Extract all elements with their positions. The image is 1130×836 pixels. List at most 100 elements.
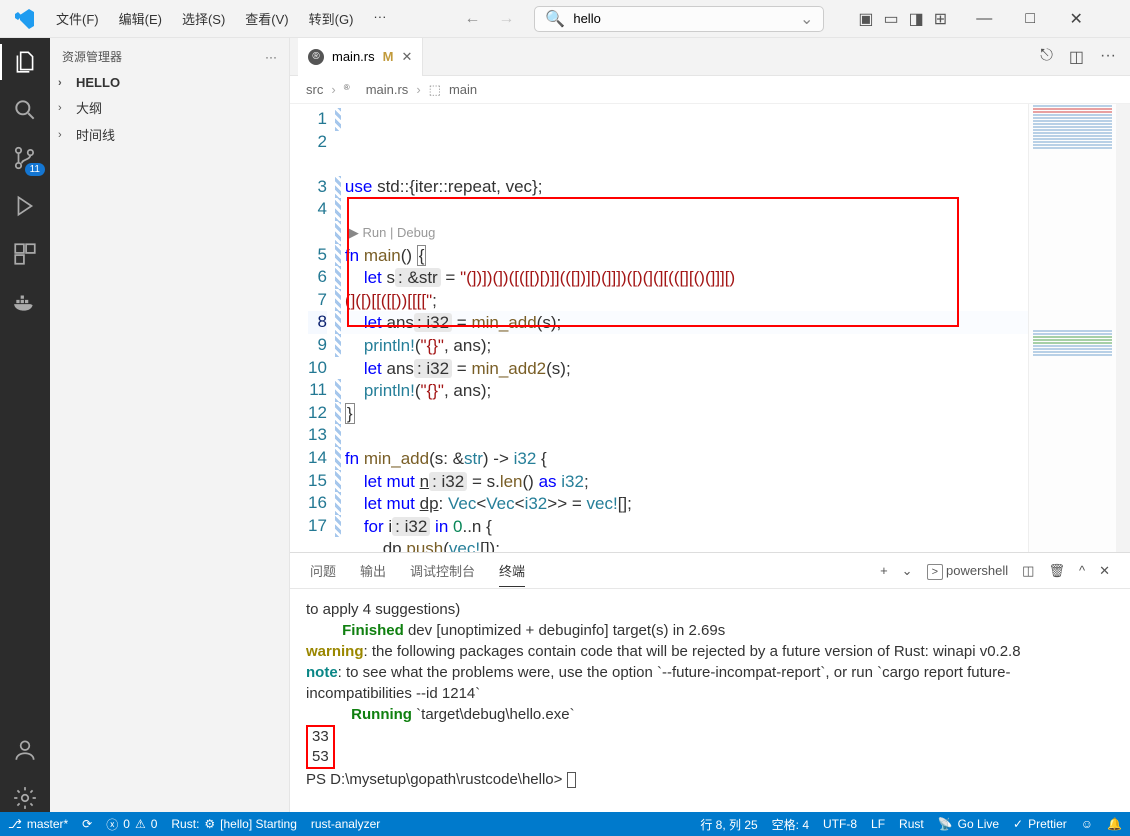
layout-bottom-icon[interactable]: ▭: [884, 9, 899, 29]
feedback-icon: ☺: [1081, 817, 1093, 831]
chevron-right-icon: ›: [331, 82, 335, 97]
panel-tab-output[interactable]: 输出: [360, 561, 386, 580]
status-bell[interactable]: 🔔: [1107, 816, 1122, 833]
explorer-sidebar: 资源管理器 ··· › HELLO › 大纲 › 时间线: [50, 38, 290, 812]
status-language[interactable]: Rust: [899, 816, 924, 833]
sidebar-section-timeline[interactable]: › 时间线: [50, 121, 289, 148]
code-editor[interactable]: 1234567891011121314151617 use std::{iter…: [290, 104, 1130, 552]
chevron-down-icon[interactable]: ⌄: [800, 9, 813, 29]
panel-close-icon[interactable]: ✕: [1099, 563, 1110, 579]
nav-fwd-icon[interactable]: →: [498, 10, 514, 28]
terminal-output[interactable]: to apply 4 suggestions) Finished dev [un…: [290, 589, 1130, 812]
cube-icon: ⬚: [429, 82, 441, 98]
code-content[interactable]: use std::{iter::repeat, vec}; ▶ Run | De…: [341, 104, 1028, 552]
docker-icon: [12, 289, 38, 315]
error-icon: ⓧ: [106, 816, 118, 833]
search-icon: [12, 97, 38, 123]
status-cursor-pos[interactable]: 行 8, 列 25: [700, 816, 757, 833]
shell-icon: >: [927, 564, 943, 580]
new-terminal-button[interactable]: +: [880, 563, 888, 578]
status-rust[interactable]: Rust:⚙[hello] Starting: [171, 817, 297, 831]
activity-bar: 11: [0, 38, 50, 812]
activity-account[interactable]: [11, 736, 39, 764]
activity-scm[interactable]: 11: [11, 144, 39, 172]
status-golive[interactable]: 📡Go Live: [938, 816, 999, 833]
scm-badge: 11: [25, 163, 45, 176]
layout-left-icon[interactable]: ▣: [858, 9, 873, 29]
panel-tab-debug[interactable]: 调试控制台: [410, 561, 475, 580]
breadcrumb-src[interactable]: src: [306, 82, 323, 97]
menu-edit[interactable]: 编辑(E): [111, 5, 170, 32]
compare-icon[interactable]: ⎋: [1040, 47, 1053, 67]
explorer-header: 资源管理器 ···: [50, 38, 289, 71]
panel-tabs: 问题 输出 调试控制台 终端 + ⌄ >powershell ◫ 🗑 ^ ✕: [290, 553, 1130, 589]
explorer-more-icon[interactable]: ···: [265, 50, 277, 64]
layout-right-icon[interactable]: ◨: [909, 9, 924, 29]
status-feedback[interactable]: ☺: [1081, 816, 1093, 833]
bell-icon: 🔔: [1107, 817, 1122, 831]
editor-more-icon[interactable]: ···: [1100, 47, 1116, 67]
maximize-button[interactable]: □: [1007, 0, 1053, 38]
sidebar-section-hello[interactable]: › HELLO: [50, 71, 289, 94]
split-terminal-icon[interactable]: ◫: [1022, 563, 1034, 579]
nav-back-icon[interactable]: ←: [464, 10, 480, 28]
split-editor-icon[interactable]: ◫: [1069, 47, 1084, 67]
activity-settings[interactable]: [11, 784, 39, 812]
status-indent[interactable]: 空格: 4: [772, 816, 809, 833]
panel-tab-terminal[interactable]: 终端: [499, 561, 525, 587]
status-sync[interactable]: ⟳: [82, 817, 92, 831]
search-input[interactable]: [573, 11, 792, 26]
status-rust-analyzer[interactable]: rust-analyzer: [311, 817, 380, 831]
shell-name[interactable]: powershell: [946, 563, 1008, 578]
activity-extensions[interactable]: [11, 240, 39, 268]
terminal-split-dropdown[interactable]: ⌄: [902, 563, 913, 579]
activity-run[interactable]: [11, 192, 39, 220]
play-bug-icon: [12, 193, 38, 219]
kill-terminal-icon[interactable]: 🗑: [1048, 563, 1065, 579]
highlight-box: [347, 197, 959, 327]
panel-maximize-icon[interactable]: ^: [1079, 563, 1085, 578]
bottom-panel: 问题 输出 调试控制台 终端 + ⌄ >powershell ◫ 🗑 ^ ✕ t…: [290, 552, 1130, 812]
breadcrumb-file[interactable]: main.rs: [366, 82, 409, 97]
broadcast-icon: 📡: [938, 817, 953, 831]
chevron-right-icon: ›: [58, 129, 72, 141]
command-center[interactable]: 🔍 ⌄: [534, 6, 824, 32]
window-controls: — □ ✕: [961, 0, 1099, 38]
status-branch[interactable]: ⎇master*: [8, 817, 68, 831]
menu-file[interactable]: 文件(F): [48, 5, 107, 32]
minimap[interactable]: [1028, 104, 1116, 552]
output-highlight: 33 53: [306, 725, 335, 769]
status-prettier[interactable]: ✓Prettier: [1013, 816, 1067, 833]
menu-goto[interactable]: 转到(G): [301, 5, 362, 32]
titlebar: 文件(F) 编辑(E) 选择(S) 查看(V) 转到(G) ··· ← → 🔍 …: [0, 0, 1130, 38]
status-encoding[interactable]: UTF-8: [823, 816, 857, 833]
menu-select[interactable]: 选择(S): [174, 5, 233, 32]
activity-explorer[interactable]: [11, 48, 39, 76]
sidebar-section-label: HELLO: [76, 75, 120, 90]
menu-view[interactable]: 查看(V): [237, 5, 296, 32]
vertical-scrollbar[interactable]: [1116, 104, 1130, 552]
breadcrumb[interactable]: src › ® main.rs › ⬚ main: [290, 76, 1130, 104]
main-area: 11 资源管理器 ··· › HELLO › 大纲: [0, 38, 1130, 812]
tab-modified-indicator: M: [383, 49, 394, 64]
status-eol[interactable]: LF: [871, 816, 885, 833]
sidebar-section-outline[interactable]: › 大纲: [50, 94, 289, 121]
vscode-logo-icon: [12, 7, 36, 31]
terminal-cursor: [567, 772, 576, 788]
minimize-button[interactable]: —: [961, 0, 1007, 38]
nav-arrows: ← →: [464, 10, 514, 28]
close-button[interactable]: ✕: [1053, 0, 1099, 38]
panel-tab-problems[interactable]: 问题: [310, 561, 336, 580]
menu-more[interactable]: ···: [365, 5, 394, 32]
git-branch-icon: ⎇: [8, 817, 22, 831]
layout-grid-icon[interactable]: ⊞: [934, 9, 947, 29]
breadcrumb-symbol[interactable]: main: [449, 82, 477, 97]
activity-docker[interactable]: [11, 288, 39, 316]
status-problems[interactable]: ⓧ0 ⚠0: [106, 816, 157, 833]
rust-file-icon: ®: [344, 83, 358, 97]
check-icon: ✓: [1013, 817, 1023, 831]
activity-search[interactable]: [11, 96, 39, 124]
gear-icon: ⚙: [204, 817, 215, 831]
tab-main-rs[interactable]: ® main.rs M ✕: [298, 38, 423, 76]
tab-close-icon[interactable]: ✕: [401, 49, 412, 65]
